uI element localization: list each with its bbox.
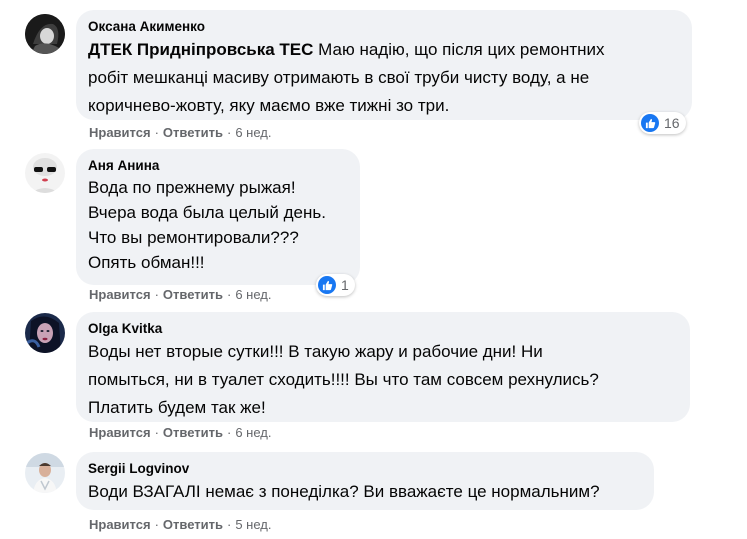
mention-tag[interactable]: ДТЕК Придніпровська ТЕС [88, 40, 313, 59]
avatar-anya[interactable] [25, 153, 65, 193]
comment-line: Платить будем так же! [88, 398, 266, 417]
separator: · [226, 287, 232, 302]
comment-line: Опять обман!!! [88, 253, 205, 272]
like-button[interactable]: Нравится [89, 125, 151, 140]
reply-button[interactable]: Ответить [163, 425, 223, 440]
reply-button[interactable]: Ответить [163, 517, 223, 532]
comment-author[interactable]: Sergii Logvinov [88, 460, 642, 478]
comment-line: Води ВЗАГАЛІ немає з понеділка? Ви вважа… [88, 482, 600, 501]
separator: · [226, 517, 232, 532]
comment-actions: Нравится · Ответить · 6 нед. [89, 425, 272, 441]
separator: · [226, 125, 232, 140]
reaction-number: 1 [341, 277, 349, 293]
reply-button[interactable]: Ответить [163, 125, 223, 140]
comment-timestamp[interactable]: 6 нед. [235, 425, 271, 440]
comment-line: Воды нет вторые сутки!!! В такую жару и … [88, 342, 543, 361]
avatar-image [25, 153, 65, 193]
reaction-count[interactable]: 16 [639, 112, 686, 134]
comment-bubble: Sergii Logvinov Води ВЗАГАЛІ немає з пон… [76, 452, 654, 510]
like-reaction-icon [641, 114, 659, 132]
separator: · [154, 425, 159, 440]
comment-timestamp[interactable]: 6 нед. [235, 287, 271, 302]
avatar-image [25, 313, 65, 353]
comment-line: Вода по прежнему рыжая! [88, 178, 296, 197]
comment-bubble: Аня Анина Вода по прежнему рыжая! Вчера … [76, 149, 360, 285]
comment-line: Что вы ремонтировали??? [88, 228, 299, 247]
comment-line: Маю надію, що після цих ремонтних [313, 40, 605, 59]
comment-line: Вчера вода была целый день. [88, 203, 326, 222]
like-button[interactable]: Нравится [89, 425, 151, 440]
avatar-sergii[interactable] [25, 453, 65, 493]
reply-button[interactable]: Ответить [163, 287, 223, 302]
avatar-oksana[interactable] [25, 14, 65, 54]
comment-actions: Нравится · Ответить · 6 нед. [89, 287, 272, 303]
like-button[interactable]: Нравится [89, 517, 151, 532]
like-button[interactable]: Нравится [89, 287, 151, 302]
comment-text: ДТЕК Придніпровська ТЕС Маю надію, що пі… [88, 36, 680, 64]
comment-actions: Нравится · Ответить · 5 нед. [89, 517, 272, 533]
comment-author[interactable]: Оксана Акименко [88, 18, 680, 36]
avatar-olga[interactable] [25, 313, 65, 353]
avatar-image [25, 453, 65, 493]
avatar-image [25, 14, 65, 54]
comment-author[interactable]: Olga Kvitka [88, 320, 678, 338]
comment-line: помыться, ни в туалет сходить!!!! Вы что… [88, 370, 599, 389]
comment-timestamp[interactable]: 6 нед. [235, 125, 271, 140]
comment-timestamp[interactable]: 5 нед. [235, 517, 271, 532]
reaction-count[interactable]: 1 [316, 274, 355, 296]
comment-actions: Нравится · Ответить · 6 нед. [89, 125, 272, 141]
comment-line: коричнево-жовту, яку маємо вже тижні зо … [88, 96, 450, 115]
separator: · [154, 287, 159, 302]
comment-bubble: Olga Kvitka Воды нет вторые сутки!!! В т… [76, 312, 690, 422]
like-reaction-icon [318, 276, 336, 294]
separator: · [154, 125, 159, 140]
reaction-number: 16 [664, 115, 680, 131]
separator: · [154, 517, 159, 532]
separator: · [226, 425, 232, 440]
comment-bubble: Оксана Акименко ДТЕК Придніпровська ТЕС … [76, 10, 692, 120]
comment-author[interactable]: Аня Анина [88, 157, 348, 175]
comment-line: робіт мешканці масиву отримають в свої т… [88, 68, 590, 87]
